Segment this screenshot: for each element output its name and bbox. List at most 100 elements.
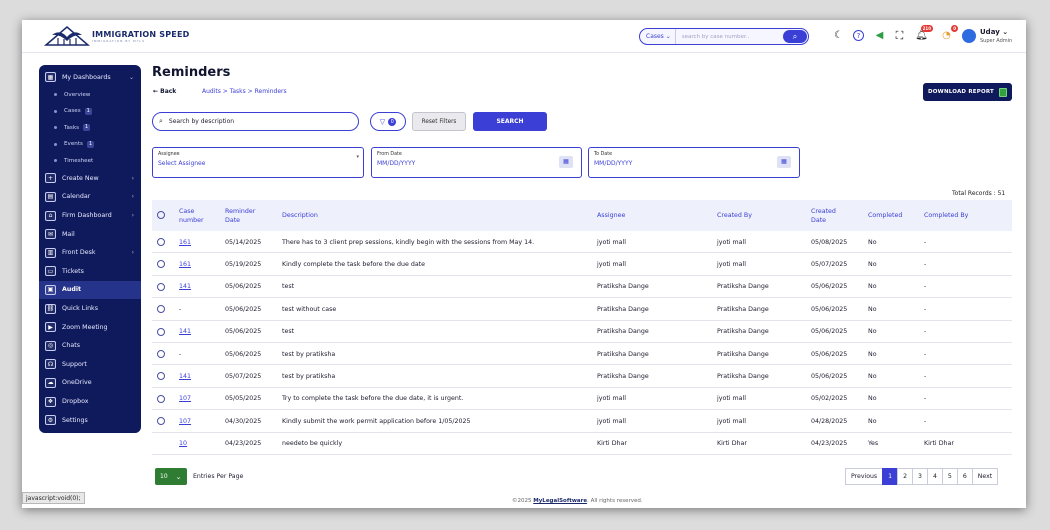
row-checkbox[interactable] bbox=[157, 305, 165, 314]
header-description[interactable]: Description bbox=[282, 211, 318, 220]
table-row: - 05/06/2025 test without case Pratiksha Da… bbox=[152, 298, 1012, 321]
user-menu[interactable]: Uday ⌄ Super Admin bbox=[960, 25, 1026, 49]
page-button-6[interactable]: 6 bbox=[956, 468, 973, 485]
select-all-checkbox[interactable] bbox=[157, 211, 165, 219]
chevron-right-icon: › bbox=[131, 193, 134, 201]
dark-mode-icon[interactable]: ☾ bbox=[832, 29, 845, 42]
sidebar-subitem-overview[interactable]: Overview bbox=[39, 87, 141, 104]
header-completed[interactable]: Completed bbox=[868, 211, 902, 220]
sidebar-item-firm-dashboard[interactable]: ⌂ Firm Dashboard › bbox=[39, 206, 141, 225]
alert-icon[interactable]: ◔ 0 bbox=[940, 25, 958, 42]
row-checkbox[interactable] bbox=[157, 372, 165, 381]
sidebar-item-zoom-meeting[interactable]: ▶ Zoom Meeting bbox=[39, 318, 141, 337]
sidebar-subitem-events[interactable]: Events 1 bbox=[39, 136, 141, 153]
sidebar-item-onedrive[interactable]: ☁ OneDrive bbox=[39, 374, 141, 393]
row-checkbox[interactable] bbox=[157, 282, 165, 291]
to-date-field[interactable]: To Date MM/DD/YYYY ▦ bbox=[588, 147, 800, 178]
page-button-3[interactable]: 3 bbox=[912, 468, 928, 485]
case-search-input[interactable]: search by case number.. bbox=[676, 34, 783, 40]
row-checkbox[interactable] bbox=[157, 260, 165, 269]
breadcrumb-path[interactable]: Audits > Tasks > bbox=[202, 88, 255, 95]
next-page-button[interactable]: Next bbox=[971, 468, 999, 485]
sidebar-item-my-dashboards[interactable]: ▦ My Dashboards ⌄ bbox=[39, 68, 141, 87]
cell-case-number[interactable]: 141 bbox=[179, 321, 191, 343]
sidebar-subitem-tasks[interactable]: Tasks 1 bbox=[39, 120, 141, 137]
calendar-icon[interactable]: ▦ bbox=[777, 156, 791, 168]
row-checkbox[interactable] bbox=[157, 327, 165, 336]
row-checkbox[interactable] bbox=[157, 394, 165, 403]
from-date-field[interactable]: From Date MM/DD/YYYY ▦ bbox=[371, 147, 582, 178]
sidebar-subitem-label: Overview bbox=[64, 91, 91, 98]
entries-per-page-select[interactable]: 10 ⌄ bbox=[155, 468, 187, 485]
page-button-1[interactable]: 1 bbox=[882, 468, 899, 485]
cell-assignee: jyoti mall bbox=[597, 238, 627, 246]
bullet-icon bbox=[54, 159, 57, 163]
header-completed-by[interactable]: Completed By bbox=[924, 211, 968, 220]
page-button-4[interactable]: 4 bbox=[926, 468, 943, 485]
sidebar-item-tickets[interactable]: ▭ Tickets bbox=[39, 262, 141, 281]
row-checkbox[interactable] bbox=[157, 349, 165, 358]
cell-description: Kindly submit the work permit applicatio… bbox=[282, 417, 471, 425]
cell-case-number[interactable]: 161 bbox=[179, 253, 191, 275]
calendar-icon[interactable]: ▦ bbox=[559, 156, 573, 168]
sidebar-item-chats[interactable]: ◎ Chats bbox=[39, 336, 141, 355]
sidebar-item-quick-links[interactable]: ⛓ Quick Links bbox=[39, 299, 141, 318]
footer-suffix: . All rights reserved. bbox=[587, 498, 643, 504]
cell-case-number[interactable]: 10 bbox=[179, 433, 187, 455]
brand-logo[interactable]: IMMIGRATION SPEED IMMIGRATION BY MYLS bbox=[44, 24, 189, 48]
download-report-button[interactable]: DOWNLOAD REPORT bbox=[923, 83, 1012, 101]
assignee-select[interactable]: Assignee Select Assignee ▾ bbox=[152, 147, 364, 178]
reset-filters-button[interactable]: Reset Filters bbox=[412, 112, 466, 131]
filter-button[interactable]: ▽ 0 bbox=[370, 112, 406, 131]
sidebar-item-audit[interactable]: ▣ Audit bbox=[39, 280, 141, 300]
notification-bell-icon[interactable]: 🔔︎ 210 bbox=[915, 25, 933, 42]
header-assignee[interactable]: Assignee bbox=[597, 211, 625, 220]
user-role: Super Admin bbox=[980, 38, 1013, 44]
sidebar-item-dropbox[interactable]: ❖ Dropbox bbox=[39, 392, 141, 411]
cell-reminder-date: 05/06/2025 bbox=[225, 283, 262, 291]
pagination: Previous 1 2 3 4 5 6 Next bbox=[845, 468, 999, 485]
cases-dropdown[interactable]: Cases ⌄ bbox=[640, 29, 676, 44]
case-search-button[interactable]: ⌕ bbox=[783, 30, 807, 43]
header-case-number[interactable]: Case number bbox=[179, 207, 215, 225]
cell-created-by: Pratiksha Dange bbox=[717, 373, 769, 381]
cell-description: Try to complete the task before the due … bbox=[282, 395, 464, 403]
row-checkbox[interactable] bbox=[157, 238, 165, 246]
sidebar-item-settings[interactable]: ⚙ Settings bbox=[39, 411, 141, 430]
sidebar-subitem-cases[interactable]: Cases 1 bbox=[39, 103, 141, 120]
fullscreen-icon[interactable]: ⛶ bbox=[893, 29, 906, 42]
sidebar-item-mail[interactable]: ✉ Mail bbox=[39, 225, 141, 244]
cell-reminder-date: 05/06/2025 bbox=[225, 328, 262, 336]
search-button[interactable]: SEARCH bbox=[473, 112, 547, 131]
help-icon[interactable]: ? bbox=[853, 30, 864, 41]
page-button-2[interactable]: 2 bbox=[897, 468, 914, 485]
cell-case-number[interactable]: 107 bbox=[179, 410, 191, 432]
back-link[interactable]: ← Back bbox=[153, 88, 176, 95]
chevron-down-icon: ⌄ bbox=[175, 472, 182, 481]
header-created-date[interactable]: Created Date bbox=[811, 207, 847, 225]
header-reminder-date[interactable]: Reminder Date bbox=[225, 207, 265, 225]
header-created-by[interactable]: Created By bbox=[717, 211, 752, 220]
cell-reminder-date: 05/14/2025 bbox=[225, 238, 262, 246]
cell-completed-by: - bbox=[924, 283, 927, 291]
megaphone-icon[interactable]: ◀ bbox=[873, 29, 886, 42]
previous-page-button[interactable]: Previous bbox=[845, 468, 884, 485]
sidebar-item-label: Calendar bbox=[62, 193, 91, 201]
sidebar-item-create-new[interactable]: + Create New › bbox=[39, 169, 141, 188]
description-search-input[interactable]: ⌕ Search by description bbox=[152, 112, 359, 131]
cell-case-number[interactable]: 141 bbox=[179, 365, 191, 387]
page-button-5[interactable]: 5 bbox=[941, 468, 958, 485]
cell-reminder-date: 04/23/2025 bbox=[225, 440, 262, 448]
sidebar-item-front-desk[interactable]: ▥ Front Desk › bbox=[39, 243, 141, 262]
sidebar-item-label: Zoom Meeting bbox=[62, 323, 108, 331]
row-checkbox[interactable] bbox=[157, 417, 165, 426]
page-title: Reminders bbox=[152, 65, 231, 80]
cell-case-number[interactable]: 107 bbox=[179, 388, 191, 410]
cell-case-number[interactable]: 141 bbox=[179, 276, 191, 298]
cell-case-number[interactable]: 161 bbox=[179, 231, 191, 253]
sidebar-subitem-timesheet[interactable]: Timesheet bbox=[39, 153, 141, 170]
sidebar-item-support[interactable]: ☊ Support bbox=[39, 355, 141, 374]
sidebar-item-calendar[interactable]: ▤ Calendar › bbox=[39, 188, 141, 207]
footer-link[interactable]: MyLegalSoftware bbox=[533, 498, 587, 504]
breadcrumb: Audits > Tasks > Reminders bbox=[202, 88, 287, 95]
